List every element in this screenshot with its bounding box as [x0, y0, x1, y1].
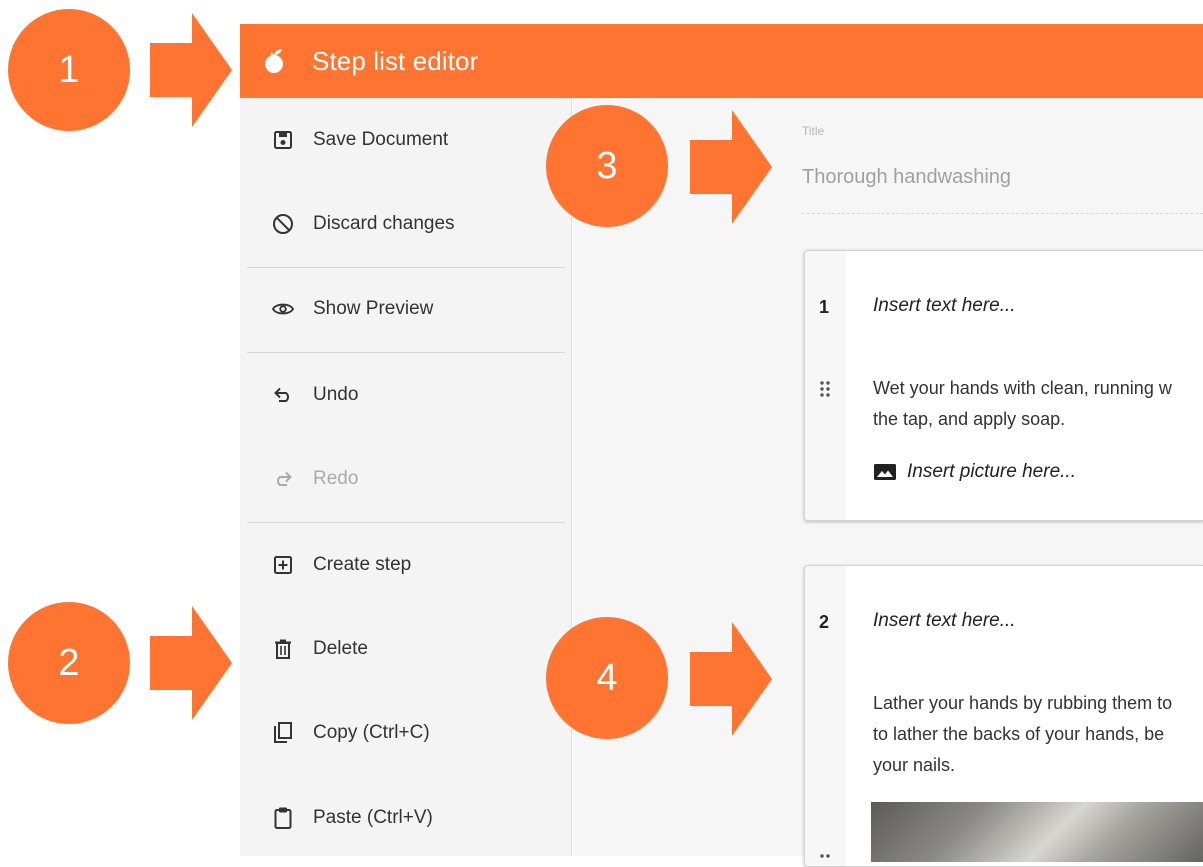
trash-icon — [272, 638, 294, 660]
step-text-line: the tap, and apply soap. — [873, 409, 1066, 429]
step-image[interactable] — [871, 802, 1203, 862]
undo-button[interactable]: Undo — [240, 365, 571, 425]
copy-icon — [272, 722, 294, 744]
save-document-button[interactable]: Save Document — [240, 110, 571, 170]
redo-label: Redo — [313, 468, 359, 489]
callout-arrow-4 — [690, 622, 772, 736]
save-icon — [272, 129, 294, 151]
divider — [247, 352, 565, 353]
step-text-line: Lather your hands by rubbing them to — [873, 693, 1173, 713]
sidebar: Save Document Discard changes Show Previ… — [240, 98, 572, 856]
title-input[interactable] — [802, 160, 1203, 194]
title-underline — [802, 213, 1203, 214]
add-box-icon — [272, 554, 294, 576]
delete-button[interactable]: Delete — [240, 619, 571, 679]
title-label: Title — [802, 124, 825, 138]
create-step-label: Create step — [313, 554, 412, 575]
step-heading-input[interactable]: Insert text here... — [873, 295, 1016, 317]
app-title: Step list editor — [312, 45, 479, 76]
step-number: 1 — [819, 297, 830, 317]
undo-label: Undo — [313, 384, 359, 405]
paste-button[interactable]: Paste (Ctrl+V) — [240, 788, 571, 848]
step-text-line: to lather the backs of your hands, be — [873, 724, 1165, 744]
save-document-label: Save Document — [313, 129, 449, 150]
title-field: Title — [802, 98, 1203, 214]
paste-label: Paste (Ctrl+V) — [313, 807, 433, 828]
step-heading-input[interactable]: Insert text here... — [873, 610, 1016, 632]
divider — [247, 267, 565, 268]
insert-picture-label: Insert picture here... — [907, 461, 1076, 482]
callout-arrow-3 — [690, 110, 772, 224]
redo-button[interactable]: Redo — [240, 449, 571, 509]
step-text-line: Wet your hands with clean, running w — [873, 378, 1172, 398]
callout-2: 2 — [8, 602, 130, 724]
show-preview-button[interactable]: Show Preview — [240, 279, 571, 339]
paste-icon — [272, 807, 294, 829]
discard-changes-button[interactable]: Discard changes — [240, 194, 571, 254]
step-gutter — [805, 566, 846, 866]
discard-changes-label: Discard changes — [313, 213, 455, 234]
step-card[interactable]: 1 Insert text here... Wet your hands wit… — [804, 250, 1203, 521]
eye-icon — [272, 298, 294, 320]
insert-picture-button[interactable]: Insert picture here... — [873, 461, 1076, 483]
redo-icon — [272, 468, 294, 490]
block-icon — [272, 213, 294, 235]
editor-main: Title 1 Insert text here... Wet your han… — [573, 98, 1203, 867]
step-text[interactable]: Wet your hands with clean, running w the… — [873, 373, 1203, 435]
step-number: 2 — [819, 612, 830, 632]
copy-label: Copy (Ctrl+C) — [313, 722, 430, 743]
show-preview-label: Show Preview — [313, 298, 434, 319]
step-text-line: your nails. — [873, 755, 956, 775]
drag-handle-icon[interactable] — [817, 379, 833, 399]
callout-arrow-2 — [150, 606, 232, 720]
step-text[interactable]: Lather your hands by rubbing them to to … — [873, 688, 1203, 781]
app-header: Step list editor — [240, 24, 1203, 98]
callout-3: 3 — [546, 105, 668, 227]
drag-handle-icon[interactable] — [817, 852, 833, 867]
undo-icon — [272, 384, 294, 406]
delete-label: Delete — [313, 638, 368, 659]
image-icon — [874, 464, 896, 480]
divider — [247, 522, 565, 523]
peach-icon — [262, 48, 288, 74]
callout-4: 4 — [546, 617, 668, 739]
callout-arrow-1 — [150, 13, 232, 127]
step-card[interactable]: 2 Insert text here... Lather your hands … — [804, 565, 1203, 867]
create-step-button[interactable]: Create step — [240, 535, 571, 595]
copy-button[interactable]: Copy (Ctrl+C) — [240, 703, 571, 763]
callout-1: 1 — [8, 9, 130, 131]
